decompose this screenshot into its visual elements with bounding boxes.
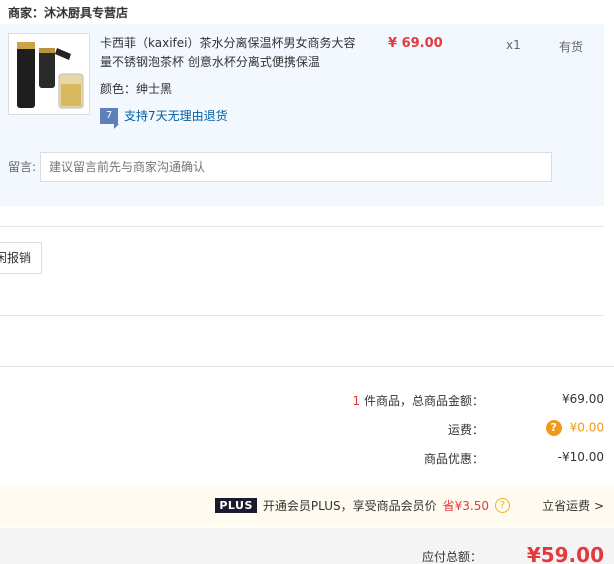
question-icon[interactable]: ? bbox=[545, 420, 562, 436]
item-price: ¥ 69.00 bbox=[388, 36, 443, 51]
return-policy-label: 支持7天无理由退货 bbox=[124, 109, 228, 123]
seven-day-return-icon: 7 bbox=[100, 107, 119, 129]
total-label: 应付总额： bbox=[421, 550, 482, 564]
divider bbox=[0, 366, 614, 367]
divider bbox=[0, 226, 604, 227]
product-color: 颜色：绅士黑 bbox=[100, 82, 173, 96]
item-count-suffix: 件商品，总商品金额： bbox=[363, 394, 484, 408]
plus-offer-text: 开通会员PLUS，享受商品会员价 bbox=[262, 499, 437, 513]
return-policy[interactable]: 7 支持7天无理由退货 bbox=[100, 107, 228, 129]
shipping-value: ¥0.00 bbox=[569, 420, 604, 435]
item-count: 1 bbox=[352, 394, 361, 408]
plus-offer[interactable]: PLUS 开通会员PLUS，享受商品会员价 省¥3.50 ? bbox=[215, 497, 510, 514]
item-quantity: x1 bbox=[506, 38, 521, 52]
product-title[interactable]: 卡西菲（kaxifei）茶水分离保温杯男女商务大容量不锈钢泡茶杯 创意水杯分离式… bbox=[100, 34, 360, 72]
product-thumbnail[interactable] bbox=[8, 33, 90, 115]
total-value: ¥59.00 bbox=[526, 543, 604, 564]
shipping-line: ? ¥0.00 bbox=[545, 420, 604, 436]
discount-label: 商品优惠： bbox=[423, 452, 484, 466]
subtotal-value: ¥69.00 bbox=[562, 392, 604, 406]
message-input[interactable] bbox=[40, 152, 552, 182]
plus-saving: 省¥3.50 bbox=[442, 499, 489, 513]
discount-value: -¥10.00 bbox=[557, 450, 604, 464]
message-label: 留言: bbox=[8, 160, 37, 174]
store-name: 商家：沐沐厨具专营店 bbox=[8, 6, 129, 20]
save-shipping-link[interactable]: 立省运费 > bbox=[542, 497, 604, 514]
stock-status: 有货 bbox=[559, 40, 584, 54]
help-icon[interactable]: ? bbox=[495, 498, 510, 513]
item-count-line: 1 件商品，总商品金额： bbox=[353, 392, 484, 409]
shipping-label: 运费： bbox=[447, 423, 484, 437]
divider bbox=[0, 315, 604, 316]
plus-badge: PLUS bbox=[215, 498, 257, 513]
invoice-button[interactable]: 闲报销 bbox=[0, 242, 42, 274]
total-bar bbox=[0, 528, 614, 564]
